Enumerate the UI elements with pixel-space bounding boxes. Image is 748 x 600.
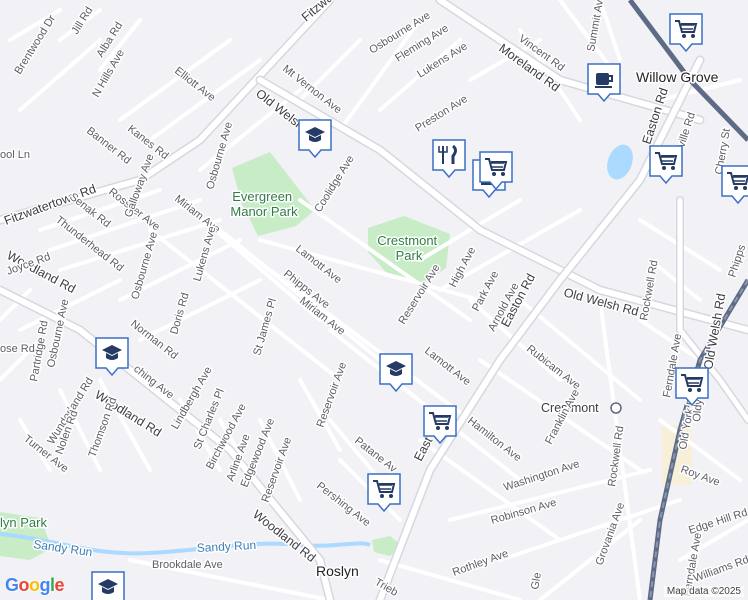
map-data-attribution[interactable]: Map data ©2025 (663, 586, 744, 597)
map-canvas[interactable]: Evergreen Manor Park Crestmont Park lyn … (0, 0, 748, 600)
place-label-roslyn[interactable]: Roslyn (315, 562, 361, 581)
street-label-rose: ose Rd (0, 343, 35, 355)
school-pin[interactable] (91, 571, 125, 600)
transit-station-icon[interactable] (610, 402, 622, 414)
street-label-brookdale: Brookdale Ave (152, 559, 223, 571)
google-logo: Google (5, 575, 65, 595)
street-label-ool: ool Ln (0, 149, 30, 161)
park-label-sandy-run: lyn Park (0, 515, 47, 530)
place-label-willow-grove[interactable]: Willow Grove (635, 68, 721, 87)
park-label-evergreen: Evergreen Manor Park (230, 189, 298, 219)
